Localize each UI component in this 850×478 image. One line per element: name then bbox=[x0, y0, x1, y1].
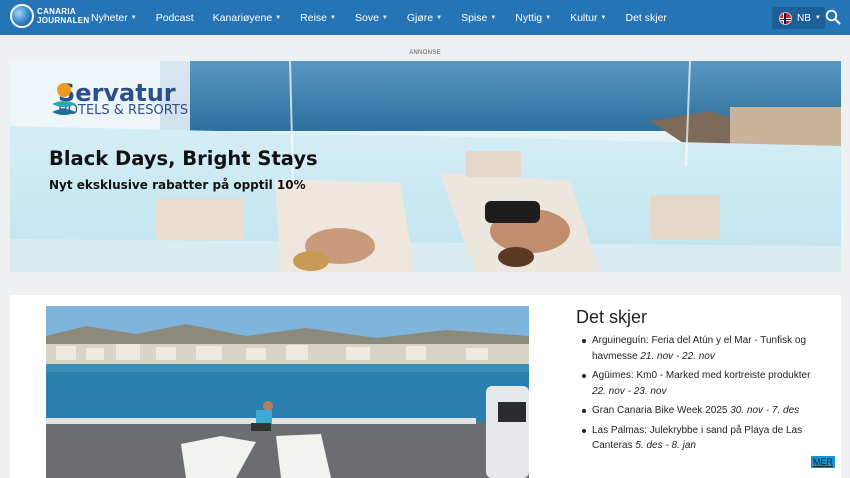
nav-item-podcast[interactable]: Podcast bbox=[156, 12, 194, 24]
event-title[interactable]: Agüimes: Km0 - Marked med kortreiste pro… bbox=[592, 370, 810, 381]
logo-line-1: CANARIA bbox=[37, 7, 76, 16]
nav-item-kanarioyene[interactable]: Kanariøyene ▼ bbox=[213, 12, 282, 24]
logo-line-2: JOURNALEN bbox=[37, 16, 90, 25]
caret-down-icon: ▼ bbox=[814, 15, 821, 21]
nav-item-det-skjer[interactable]: Det skjer bbox=[625, 12, 666, 24]
event-date: 5. des - 8. jan bbox=[635, 440, 696, 451]
event-item[interactable]: Arguineguín: Feria del Atún y el Mar - T… bbox=[580, 333, 825, 364]
servatur-logo-icon bbox=[52, 83, 76, 115]
more-events-link[interactable]: MER bbox=[811, 456, 835, 468]
language-code: NB bbox=[797, 12, 811, 24]
globe-logo-icon bbox=[10, 4, 34, 28]
events-list: Arguineguín: Feria del Atún y el Mar - T… bbox=[580, 333, 825, 458]
event-title[interactable]: Gran Canaria Bike Week 2025 bbox=[592, 405, 727, 416]
nav-item-kultur[interactable]: Kultur ▼ bbox=[570, 12, 606, 24]
event-item[interactable]: Las Palmas: Julekrybbe i sand på Playa d… bbox=[580, 423, 825, 454]
event-item[interactable]: Agüimes: Km0 - Marked med kortreiste pro… bbox=[580, 368, 825, 399]
ad-label: ANNONSE bbox=[409, 50, 441, 56]
event-date: 30. nov - 7. des bbox=[730, 405, 800, 416]
ad-headline: Black Days, Bright Stays bbox=[49, 147, 318, 170]
nav-item-sove[interactable]: Sove ▼ bbox=[355, 12, 388, 24]
language-selector[interactable]: NB ▼ bbox=[772, 7, 825, 29]
caret-down-icon: ▼ bbox=[275, 14, 282, 21]
events-heading: Det skjer bbox=[576, 307, 648, 327]
caret-down-icon: ▼ bbox=[381, 14, 388, 21]
nav-item-nyttig[interactable]: Nyttig ▼ bbox=[515, 12, 551, 24]
event-item[interactable]: Gran Canaria Bike Week 2025 30. nov - 7.… bbox=[580, 403, 825, 419]
event-date: 21. nov - 22. nov bbox=[640, 350, 715, 362]
nav-item-nyheter[interactable]: Nyheter ▼ bbox=[91, 12, 137, 24]
caret-down-icon: ▼ bbox=[545, 14, 552, 21]
event-title[interactable]: Las Palmas: Julekrybbe i sand på Playa d… bbox=[592, 425, 802, 452]
featured-article-image[interactable] bbox=[46, 306, 529, 478]
caret-down-icon: ▼ bbox=[436, 14, 443, 21]
event-date: 22. nov - 23. nov bbox=[592, 385, 667, 397]
caret-down-icon: ▼ bbox=[130, 14, 137, 21]
harbour-photo bbox=[46, 306, 529, 478]
nav-item-spise[interactable]: Spise ▼ bbox=[461, 12, 496, 24]
top-navigation-bar: CANARIA JOURNALEN Nyheter ▼ Podcast Kanar… bbox=[0, 0, 850, 35]
ad-banner[interactable]: Servatur HOTELS & RESORTS Black Days, Br… bbox=[10, 61, 841, 272]
main-menu: Nyheter ▼ Podcast Kanariøyene ▼ Reise ▼ Sov… bbox=[91, 0, 686, 35]
nav-item-gjore[interactable]: Gjøre ▼ bbox=[407, 12, 442, 24]
norway-flag-icon bbox=[779, 11, 792, 25]
caret-down-icon: ▼ bbox=[490, 14, 497, 21]
caret-down-icon: ▼ bbox=[600, 14, 607, 21]
nav-item-reise[interactable]: Reise ▼ bbox=[300, 12, 336, 24]
caret-down-icon: ▼ bbox=[330, 14, 336, 21]
site-logo[interactable]: CANARIA JOURNALEN bbox=[10, 4, 89, 28]
ad-subheadline: Nyt eksklusive rabatter på opptil 10% bbox=[49, 178, 306, 192]
main-content: Det skjer Arguineguín: Feria del Atún y … bbox=[10, 295, 841, 478]
search-icon[interactable] bbox=[825, 9, 841, 25]
ad-brand-logo: Servatur HOTELS & RESORTS bbox=[50, 81, 188, 118]
